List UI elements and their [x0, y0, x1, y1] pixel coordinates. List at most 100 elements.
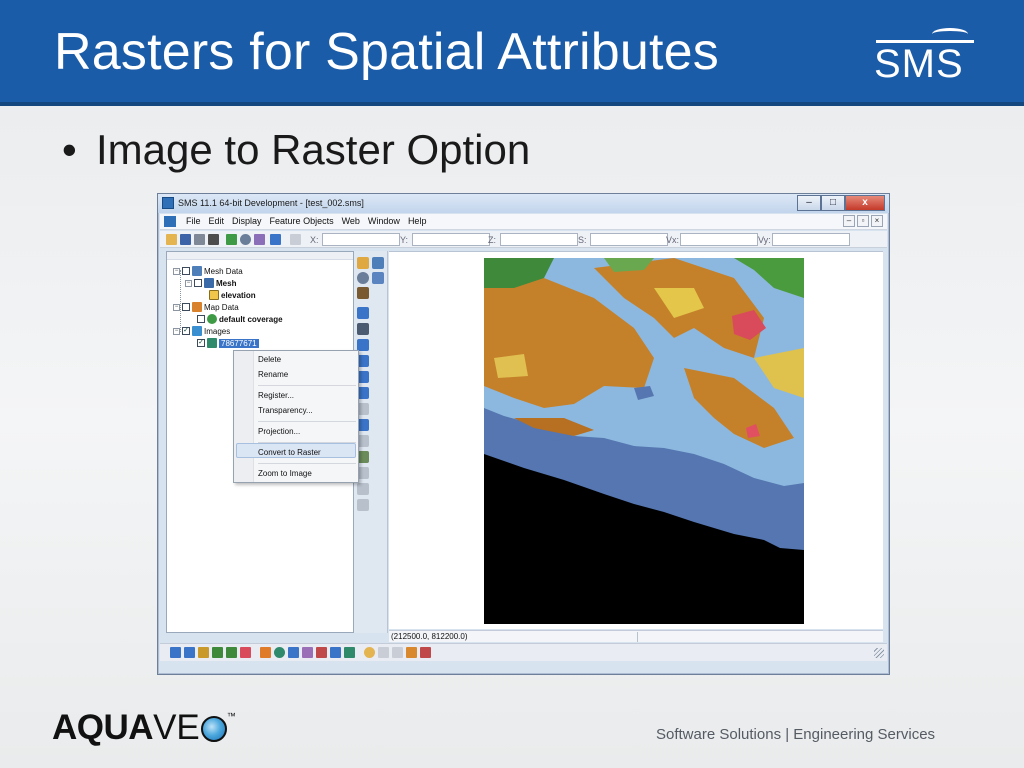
- plot-icon[interactable]: [420, 647, 431, 658]
- tool-palette: [354, 251, 388, 633]
- tree-item-mesh[interactable]: − Mesh: [185, 277, 236, 289]
- uGrid-module-icon[interactable]: [330, 647, 341, 658]
- menu-web[interactable]: Web: [338, 216, 364, 226]
- coverage-icon: [207, 314, 217, 324]
- mdi-restore-button[interactable]: ▫: [857, 215, 869, 227]
- tree-item-images[interactable]: − ✓ Images: [173, 325, 230, 337]
- save-icon[interactable]: [180, 234, 191, 245]
- x-field[interactable]: [322, 233, 400, 246]
- footer-tagline: Software Solutions | Engineering Service…: [656, 726, 936, 743]
- sms-logo: SMS: [872, 24, 976, 88]
- tin-module-icon[interactable]: [316, 647, 327, 658]
- menu-window[interactable]: Window: [364, 216, 404, 226]
- slide-header: Rasters for Spatial Attributes SMS: [0, 0, 1024, 106]
- z-label: Z:: [488, 235, 496, 245]
- map-module-icon[interactable]: [260, 647, 271, 658]
- menu-item-zoom-to-image[interactable]: Zoom to Image: [258, 469, 312, 478]
- document-icon[interactable]: [164, 216, 176, 227]
- menu-item-transparency[interactable]: Transparency...: [258, 406, 313, 415]
- disabled-tool-icon: [392, 647, 403, 658]
- refresh-icon[interactable]: [226, 234, 237, 245]
- mesh-data-folder-icon: [192, 266, 202, 276]
- mdi-controls: – ▫ ×: [843, 215, 883, 227]
- delete-icon[interactable]: [208, 234, 219, 245]
- s-field[interactable]: [590, 233, 668, 246]
- raster-module-icon[interactable]: [240, 647, 251, 658]
- logo-swoosh: [932, 28, 968, 40]
- tree-item-mesh-data[interactable]: − Mesh Data: [173, 265, 243, 277]
- minimize-button[interactable]: –: [797, 195, 821, 211]
- open-folder-icon[interactable]: [166, 234, 177, 245]
- close-button[interactable]: x: [845, 195, 885, 211]
- measure-icon[interactable]: [270, 234, 281, 245]
- collapse-icon[interactable]: −: [173, 327, 180, 335]
- menu-help[interactable]: Help: [404, 216, 431, 226]
- bullet-text: Image to Raster Option: [96, 126, 531, 173]
- grid-module-icon[interactable]: [212, 647, 223, 658]
- menu-edit[interactable]: Edit: [205, 216, 229, 226]
- collapse-icon[interactable]: −: [185, 279, 192, 287]
- light-icon[interactable]: [364, 647, 375, 658]
- select-tool-icon[interactable]: [357, 257, 369, 269]
- window-controls: – □ x: [797, 195, 885, 211]
- print-icon[interactable]: [194, 234, 205, 245]
- gis-module-icon[interactable]: [274, 647, 285, 658]
- tree-item-default-coverage[interactable]: default coverage: [197, 313, 283, 325]
- checkbox[interactable]: [182, 267, 190, 275]
- raster-image[interactable]: [484, 258, 804, 624]
- zoom-tool-icon[interactable]: [357, 272, 369, 284]
- menu-separator: [258, 385, 356, 386]
- menu-file[interactable]: File: [182, 216, 205, 226]
- checkbox[interactable]: [194, 279, 202, 287]
- menu-display[interactable]: Display: [228, 216, 266, 226]
- tree-item-image-78677671[interactable]: ✓ 78677671: [197, 337, 259, 349]
- annotation-module-icon[interactable]: [302, 647, 313, 658]
- globe-o-icon: [200, 716, 227, 742]
- mdi-close-button[interactable]: ×: [871, 215, 883, 227]
- maximize-button[interactable]: □: [821, 195, 845, 211]
- vertex-tool-icon[interactable]: [357, 323, 369, 335]
- map-data-folder-icon: [192, 302, 202, 312]
- window-titlebar[interactable]: SMS 11.1 64-bit Development - [test_002.…: [158, 194, 889, 213]
- scale-tool-icon[interactable]: [372, 257, 384, 269]
- display-options-icon[interactable]: [406, 647, 417, 658]
- collapse-icon[interactable]: −: [173, 267, 180, 275]
- pan-tool-icon[interactable]: [372, 272, 384, 284]
- select-arrow-icon[interactable]: [357, 307, 369, 319]
- scatter-module-icon[interactable]: [198, 647, 209, 658]
- info-icon[interactable]: [254, 234, 265, 245]
- menu-item-convert-to-raster[interactable]: Convert to Raster: [258, 448, 321, 457]
- tree-item-map-data[interactable]: − Map Data: [173, 301, 239, 313]
- vy-field[interactable]: [772, 233, 850, 246]
- disabled-tool-icon: [378, 647, 389, 658]
- mesh-module-icon-2[interactable]: [184, 647, 195, 658]
- graphics-window[interactable]: [389, 251, 883, 629]
- cartesian-grid-icon[interactable]: [226, 647, 237, 658]
- menu-item-projection[interactable]: Projection...: [258, 427, 300, 436]
- checkbox[interactable]: ✓: [182, 327, 190, 335]
- z-field[interactable]: [500, 233, 578, 246]
- menu-feature-objects[interactable]: Feature Objects: [266, 216, 338, 226]
- image-module-icon[interactable]: [344, 647, 355, 658]
- checkbox[interactable]: [197, 315, 205, 323]
- mesh-module-icon[interactable]: [170, 647, 181, 658]
- tree-label: Mesh Data: [204, 266, 243, 276]
- particle-module-icon[interactable]: [288, 647, 299, 658]
- menu-item-register[interactable]: Register...: [258, 391, 294, 400]
- checkbox[interactable]: [182, 303, 190, 311]
- resize-grip[interactable]: [874, 648, 884, 658]
- vx-label: Vx:: [666, 235, 680, 245]
- menu-item-rename[interactable]: Rename: [258, 370, 288, 379]
- collapse-icon[interactable]: −: [173, 303, 180, 311]
- menu-item-delete[interactable]: Delete: [258, 355, 281, 364]
- images-folder-icon: [192, 326, 202, 336]
- tree-label: Map Data: [204, 302, 239, 312]
- zoom-icon[interactable]: [240, 234, 251, 245]
- vx-field[interactable]: [680, 233, 758, 246]
- window-title: SMS 11.1 64-bit Development - [test_002.…: [178, 198, 364, 208]
- mdi-minimize-button[interactable]: –: [843, 215, 855, 227]
- checkbox[interactable]: ✓: [197, 339, 205, 347]
- y-field[interactable]: [412, 233, 490, 246]
- tree-item-elevation[interactable]: elevation: [209, 289, 256, 301]
- rotate-tool-icon[interactable]: [357, 287, 369, 299]
